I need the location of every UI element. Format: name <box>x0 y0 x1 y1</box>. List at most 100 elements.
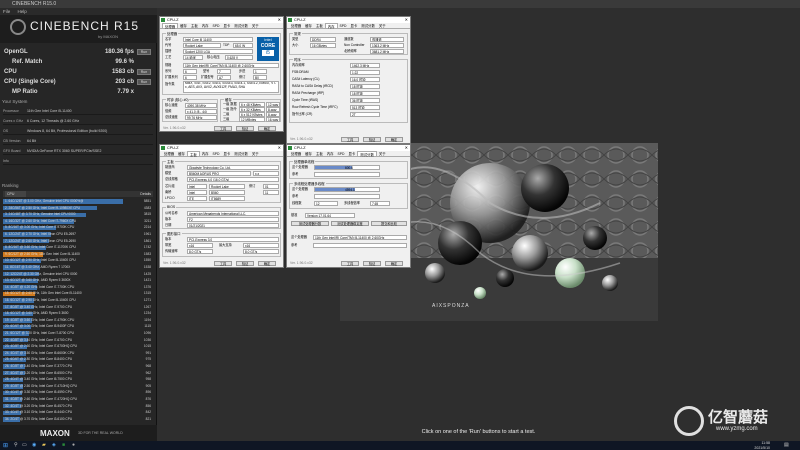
ranking-row[interactable]: 25. 6C/6T @ 2.80 GHz, Intel Core i5-8400… <box>3 357 153 363</box>
cpuz-tab[interactable]: 测试分数 <box>357 151 377 157</box>
ranking-row[interactable]: 34. 2C/4T @ 3.70 GHz, Intel Core i3-6100… <box>3 417 153 422</box>
ranking-row[interactable]: 1. 64C/128T @ 3.00 GHz, Genuine Intel CP… <box>3 199 153 204</box>
cpuz-tab[interactable]: 缓存 <box>303 23 314 28</box>
cpuz-tab[interactable]: 测试分数 <box>359 23 377 28</box>
ok-button[interactable]: 确定 <box>258 260 276 266</box>
ranking-row[interactable]: 20. 6C/6T @ 3.00 GHz, Intel Core i5-9400… <box>3 324 153 330</box>
ranking-row[interactable]: 19. 4C/8T @ 3.60 GHz, Intel Core i7-4790… <box>3 318 153 323</box>
ranking-details-button[interactable]: Details <box>140 191 151 197</box>
validate-button[interactable]: 验证 <box>363 260 381 266</box>
close-icon[interactable]: ✕ <box>405 145 408 151</box>
task-view-icon[interactable]: ▭ <box>22 442 27 448</box>
tools-button[interactable]: 工具 <box>341 136 359 142</box>
close-icon[interactable]: ✕ <box>278 145 281 151</box>
cpuz-tab[interactable]: 缓存 <box>176 151 187 156</box>
cpuz-tab[interactable]: 关于 <box>377 151 388 156</box>
ranking-row[interactable]: 8. 8C/16T @ 3.60 GHz, Intel Core i7-1170… <box>3 245 153 250</box>
ranking-row[interactable]: 22. 4C/8T @ 3.40 GHz, Intel Core i7-6700… <box>3 338 153 343</box>
cpuz-tab[interactable]: 处理器 <box>162 23 179 29</box>
tools-button[interactable]: 工具 <box>341 260 359 266</box>
folder-icon[interactable]: ▰ <box>42 442 46 448</box>
ranking-row[interactable]: 6. 12C/24T @ 2.70 GHz, Intel Xeon CPU E5… <box>3 232 153 237</box>
ranking-row[interactable]: 15. 6C/12T @ 2.60 GHz, 11th Gen Intel Co… <box>3 291 153 297</box>
ref-cpu-select[interactable] <box>313 243 407 248</box>
cpuz-tab[interactable]: 缓存 <box>178 23 189 28</box>
run-button[interactable]: Run <box>137 79 151 85</box>
start-icon[interactable]: ⊞ <box>3 442 8 449</box>
bench-cpu-button[interactable]: 测试处理器分数 <box>291 221 329 226</box>
tools-button[interactable]: 工具 <box>214 125 232 131</box>
cpuz-tab[interactable]: 主板 <box>314 151 325 156</box>
cpuz-tab[interactable]: 缓存 <box>303 151 314 156</box>
ranking-row[interactable]: 16. 6C/12T @ 2.90 GHz, Intel Core i5-104… <box>3 298 153 303</box>
ranking-row[interactable]: 32. 4C/4T @ 3.20 GHz, Intel Core i5-4570… <box>3 404 153 409</box>
ranking-row[interactable]: 31. 4C/8T @ 2.60 GHz, Intel Core i7-4720… <box>3 397 153 402</box>
cpuz-tab[interactable]: 显卡 <box>222 23 233 28</box>
edge-icon[interactable]: ◉ <box>32 442 36 448</box>
search-icon[interactable]: ⚲ <box>14 442 18 448</box>
ranking-row[interactable]: 2. 28C/56T @ 2.50 GHz, Intel Core i9-109… <box>3 206 153 211</box>
ranking-row[interactable]: 33. 4C/4T @ 3.10 GHz, Intel Core i5-4440… <box>3 410 153 415</box>
cpuz-tab[interactable]: SPD <box>336 151 347 156</box>
ok-button[interactable]: 确定 <box>385 136 403 142</box>
run-button[interactable]: Run <box>137 49 151 55</box>
ranking-row[interactable]: 27. 4C/4T @ 3.20 GHz, Intel Core i5-6500… <box>3 371 153 376</box>
cpuz-tab[interactable]: 主板 <box>186 151 200 157</box>
ranking-row[interactable]: 5. 8C/16T @ 3.00 GHz, Intel Core i7-9700… <box>3 225 153 231</box>
cpuz-tab[interactable]: 关于 <box>377 23 388 28</box>
threads-select[interactable]: 12 <box>314 201 338 206</box>
ranking-row[interactable]: 12. 12C/24T @ 2.30 GHz, Genuine Intel CP… <box>3 272 153 277</box>
ranking-row[interactable]: 13. 6C/12T @ 3.60 GHz, AMD Ryzen 5 3600X… <box>3 278 153 283</box>
ok-button[interactable]: 确定 <box>258 125 276 131</box>
ranking-row[interactable]: 28. 4C/4T @ 3.40 GHz, Intel Core i5-7500… <box>3 377 153 382</box>
cpuz-tab[interactable]: 显卡 <box>349 23 360 28</box>
cpuz-tab[interactable]: 内存 <box>200 151 211 156</box>
cpuz-tab[interactable]: SPD <box>338 23 349 28</box>
ranking-row[interactable]: 26. 4C/8T @ 3.40 GHz, Intel Core i7-3770… <box>3 364 153 369</box>
cpuz-tab[interactable]: SPD <box>211 23 222 28</box>
ok-button[interactable]: 确定 <box>385 260 403 266</box>
cpuz-tab[interactable]: SPD <box>211 151 222 156</box>
benchmark-select[interactable]: Version 17.01.64 <box>305 213 355 218</box>
cpuz-tab[interactable]: 处理器 <box>289 151 303 156</box>
ranking-row[interactable]: 9. 6C/12T @ 2.60 GHz, 11th Gen Intel Cor… <box>3 252 153 257</box>
cpuz-tab[interactable]: 主板 <box>314 23 325 28</box>
cpuz-tab[interactable]: 测试分数 <box>232 151 250 156</box>
cpuz-tab[interactable]: 内存 <box>200 23 211 28</box>
ranking-row[interactable]: 10. 6C/12T @ 2.90 GHz, Intel Core i5-104… <box>3 258 153 264</box>
ranking-row[interactable]: 3. 24C/48T @ 3.70 GHz, Genuine Intel CPU… <box>3 212 153 217</box>
close-icon[interactable]: ✕ <box>278 17 281 23</box>
ranking-row[interactable]: 23. 4C/8T @ 2.60 GHz, Intel Core i7-6700… <box>3 344 153 349</box>
ranking-row[interactable]: 4. 16C/32T @ 2.60 GHz, Intel Core i7-796… <box>3 219 153 224</box>
ranking-row[interactable]: 18. 6C/12T @ 3.60 GHz, AMD Ryzen 5 3600 1… <box>3 311 153 316</box>
ranking-row[interactable]: 29. 4C/8T @ 2.50 GHz, Intel Core i7-4710… <box>3 384 153 389</box>
cpuz-tab[interactable]: 处理器 <box>289 23 303 28</box>
cpuz-tab[interactable]: 显卡 <box>347 151 358 156</box>
cinebench-taskbar-icon[interactable]: ● <box>72 442 75 448</box>
tools-button[interactable]: 工具 <box>214 260 232 266</box>
cpuz-tab[interactable]: 处理器 <box>162 151 176 156</box>
cpuz-tab[interactable]: 显卡 <box>222 151 233 156</box>
cpuz-tab[interactable]: 内存 <box>325 151 336 156</box>
cpuz-tab[interactable]: 关于 <box>250 23 261 28</box>
ranking-row[interactable]: 24. 4C/4T @ 3.50 GHz, Intel Core i5-6600… <box>3 351 153 356</box>
cpuz-tab[interactable]: 主板 <box>189 23 200 28</box>
ranking-filter-select[interactable]: CPU <box>5 191 27 197</box>
run-button[interactable]: Run <box>137 69 151 75</box>
cpuz-tab[interactable]: 关于 <box>250 151 261 156</box>
menu-file[interactable]: File <box>3 9 10 14</box>
clock[interactable]: 11:58 2021/5/10 <box>730 441 770 450</box>
ranking-row[interactable]: 17. 8C/8T @ 3.40 GHz, Intel Core i7-9700… <box>3 305 153 310</box>
menu-help[interactable]: Help <box>18 9 27 14</box>
ranking-row[interactable]: 7. 12C/24T @ 2.60 GHz, Intel Xeon CPU E5… <box>3 239 153 244</box>
submit-compare-button[interactable]: 提交和比较 <box>371 221 407 226</box>
cpuz-tab[interactable]: 测试分数 <box>232 23 250 28</box>
notification-icon[interactable]: ▤ <box>784 442 789 448</box>
validate-button[interactable]: 验证 <box>236 125 254 131</box>
ranking-row[interactable]: 30. 4C/4T @ 3.30 GHz, Intel Core i5-4590… <box>3 390 153 396</box>
stress-cpu-button[interactable]: 测试处理器稳定度 <box>331 221 369 226</box>
cpuz-taskbar-icon[interactable]: ■ <box>62 442 65 448</box>
ranking-row[interactable]: 11. 8C/16T @ 3.40 GHz, AMD Ryzen 7 1700X… <box>3 265 153 270</box>
ranking-row[interactable]: 14. 4C/8T @ 4.20 GHz, Intel Core i7-7700… <box>3 285 153 290</box>
validate-button[interactable]: 验证 <box>363 136 381 142</box>
